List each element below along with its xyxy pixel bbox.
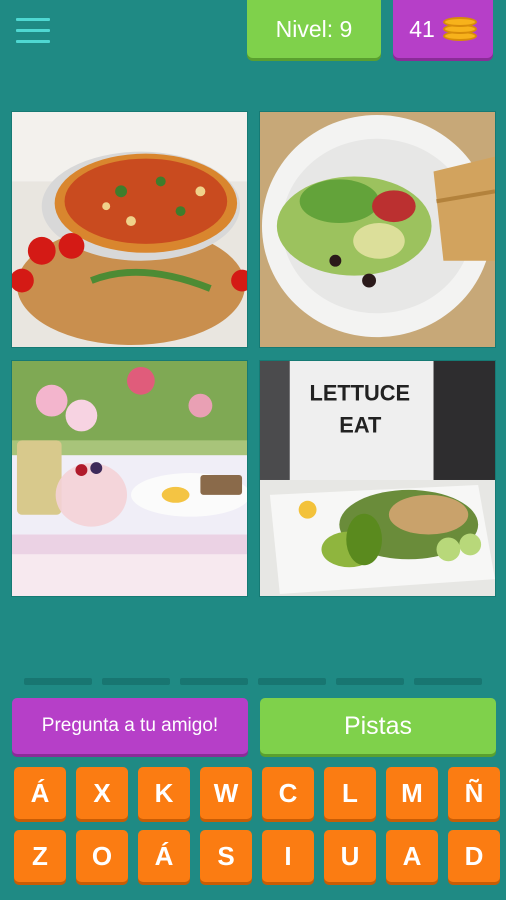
salad-plate-image[interactable] [259, 111, 496, 348]
hamburger-menu-icon[interactable] [16, 18, 50, 48]
answer-slot[interactable] [258, 678, 326, 685]
letter-key[interactable]: I [262, 830, 314, 882]
letter-key[interactable]: X [76, 767, 128, 819]
letter-key[interactable]: C [262, 767, 314, 819]
letter-key[interactable]: O [76, 830, 128, 882]
letter-key[interactable]: U [324, 830, 376, 882]
puzzle-image-grid: LETTUCE EAT [11, 111, 497, 597]
letter-key[interactable]: Ñ [448, 767, 500, 819]
letter-key[interactable]: Á [138, 830, 190, 882]
lettuce-shirt-salad-image[interactable]: LETTUCE EAT [259, 360, 496, 597]
answer-slot[interactable] [102, 678, 170, 685]
hints-button[interactable]: Pistas [260, 698, 496, 754]
coins-icon [442, 15, 477, 43]
answer-slot[interactable] [336, 678, 404, 685]
coins-badge[interactable]: 41 [393, 0, 493, 58]
answer-slots [24, 678, 484, 685]
letter-key[interactable]: S [200, 830, 252, 882]
ask-friend-button[interactable]: Pregunta a tu amigo! [12, 698, 248, 754]
svg-text:EAT: EAT [339, 412, 382, 437]
letter-key[interactable]: D [448, 830, 500, 882]
breakfast-table-image[interactable] [11, 360, 248, 597]
letter-key[interactable]: W [200, 767, 252, 819]
svg-text:LETTUCE: LETTUCE [310, 381, 411, 406]
answer-slot[interactable] [180, 678, 248, 685]
coin-count: 41 [409, 15, 435, 42]
pizza-image[interactable] [11, 111, 248, 348]
answer-slot[interactable] [414, 678, 482, 685]
letter-key[interactable]: K [138, 767, 190, 819]
letter-key[interactable]: L [324, 767, 376, 819]
letter-key[interactable]: M [386, 767, 438, 819]
letter-key[interactable]: Á [14, 767, 66, 819]
level-label: Nivel: 9 [275, 15, 353, 42]
hints-label: Pistas [343, 711, 413, 740]
level-badge: Nivel: 9 [247, 0, 381, 58]
letter-key[interactable]: A [386, 830, 438, 882]
answer-slot[interactable] [24, 678, 92, 685]
letter-key[interactable]: Z [14, 830, 66, 882]
ask-friend-label: Pregunta a tu amigo! [41, 715, 219, 736]
